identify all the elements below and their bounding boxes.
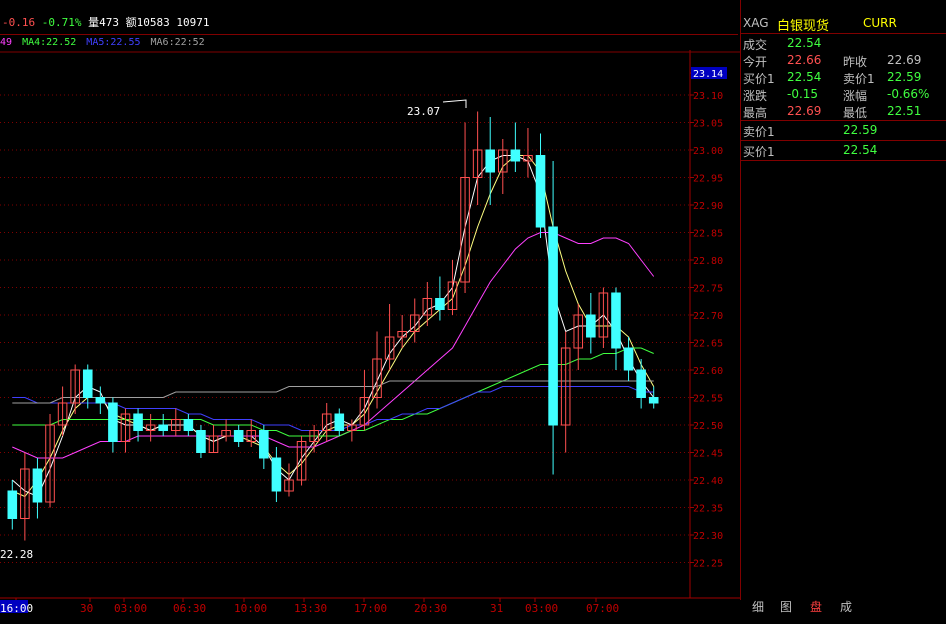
x-tick-label: 06:30 xyxy=(173,602,206,615)
y-tick-label: 22.60 xyxy=(693,366,723,377)
quote-value: -0.15 xyxy=(787,87,819,101)
quote-label-2: 卖价1 xyxy=(843,72,875,86)
y-tick-label: 23.05 xyxy=(693,119,723,130)
y-tick-label: 23.10 xyxy=(693,91,723,102)
x-tick-label: 03:00 xyxy=(114,602,147,615)
x-tick-label: 03:00 xyxy=(525,602,558,615)
last-price-label: 23.14 xyxy=(693,69,723,80)
candle-body xyxy=(183,419,194,431)
quote-label-2: 涨幅 xyxy=(843,89,868,103)
y-tick-label: 23.00 xyxy=(693,146,723,157)
candle-body xyxy=(535,155,546,228)
y-tick-label: 22.30 xyxy=(693,531,723,542)
candle-body xyxy=(95,397,106,404)
quote-row: 今开 22.66 昨收 22.69 xyxy=(741,52,946,69)
x-tick-label: 20:30 xyxy=(414,602,447,615)
x-tick-label: 30 xyxy=(80,602,93,615)
candle-body xyxy=(636,369,646,398)
quote-row: 最高 22.69 最低 22.51 xyxy=(741,103,946,120)
bid-label: 买价1 xyxy=(743,145,775,159)
candle-body xyxy=(32,468,43,503)
y-tick-label: 22.80 xyxy=(693,256,723,267)
candle-body xyxy=(133,413,143,431)
x-tick-label: 13:30 xyxy=(294,602,327,615)
tab-detail[interactable]: 细 xyxy=(752,598,764,616)
quote-value-2: 22.51 xyxy=(887,104,922,118)
symbol-row: XAG 白银现货 CURR xyxy=(741,15,946,34)
candle-body xyxy=(259,430,269,459)
quote-panel: XAG 白银现货 CURR 成交 22.54 今开 22.66 昨收 22.69 买价1 22… xyxy=(740,0,946,600)
y-tick-label: 22.25 xyxy=(693,559,723,570)
quote-label: 最高 xyxy=(743,106,768,120)
high-annotation: 23.07 xyxy=(407,105,441,118)
candle-body xyxy=(548,226,558,426)
quote-label-2: 最低 xyxy=(843,106,868,120)
y-tick-label: 22.40 xyxy=(693,476,723,487)
candle-body xyxy=(7,490,18,519)
x-tick-label: 10:00 xyxy=(234,602,267,615)
candle-body xyxy=(196,430,206,453)
candle-body xyxy=(611,292,621,349)
quote-value-2: 22.69 xyxy=(887,53,922,67)
quote-value-2: -0.66% xyxy=(887,87,930,101)
candle-body xyxy=(623,347,634,371)
quote-row: 涨跌 -0.15 涨幅 -0.66% xyxy=(741,86,946,103)
y-tick-label: 22.55 xyxy=(693,394,723,405)
y-tick-label: 22.65 xyxy=(693,339,723,350)
x-tick-label: 16:00 xyxy=(0,602,33,615)
y-tick-label: 22.50 xyxy=(693,421,723,432)
quote-label: 今开 xyxy=(743,55,768,69)
y-tick-label: 22.75 xyxy=(693,284,723,295)
y-tick-label: 22.35 xyxy=(693,504,723,515)
quote-label: 涨跌 xyxy=(743,89,768,103)
candle-body xyxy=(233,430,244,442)
candle-body xyxy=(271,457,282,492)
currency-label: CURR xyxy=(863,16,897,30)
candle-body xyxy=(586,314,596,338)
ask-label: 卖价1 xyxy=(743,125,775,139)
quote-label: 成交 xyxy=(743,38,768,52)
ask-row: 卖价1 22.59 xyxy=(741,122,946,139)
quote-row: 买价1 22.54 卖价1 22.59 xyxy=(741,69,946,86)
bid-row: 买价1 22.54 xyxy=(741,142,946,159)
candle-body xyxy=(82,369,93,398)
quote-value: 22.66 xyxy=(787,53,822,67)
kline-chart[interactable]: 23.14 23.10 23.05 23.00 22.95 22.90 22.85 22.80… xyxy=(0,0,740,624)
candle-body xyxy=(510,149,521,162)
candle-body xyxy=(108,402,118,442)
candle-body xyxy=(158,424,169,431)
candle-body xyxy=(334,413,345,431)
quote-value: 22.69 xyxy=(787,104,822,118)
symbol-code: XAG xyxy=(743,16,769,30)
tab-orderbook[interactable]: 盘 xyxy=(810,598,822,616)
y-tick-label: 22.95 xyxy=(693,174,723,185)
quote-label-2: 昨收 xyxy=(843,55,868,69)
candle-body xyxy=(435,298,445,310)
x-tick-label: 17:00 xyxy=(354,602,387,615)
quote-row: 成交 22.54 xyxy=(741,35,946,52)
quote-label: 买价1 xyxy=(743,72,775,86)
low-annotation: 22.28 xyxy=(0,548,34,561)
candle-body xyxy=(485,149,495,173)
symbol-name: 白银现货 xyxy=(777,19,830,34)
tab-chart[interactable]: 图 xyxy=(780,598,792,616)
x-tick-label: 07:00 xyxy=(586,602,619,615)
x-tick-label: 31 xyxy=(490,602,503,615)
candle-body xyxy=(648,397,659,404)
y-tick-label: 22.45 xyxy=(693,449,723,460)
ask-value: 22.59 xyxy=(843,123,878,137)
y-tick-label: 22.85 xyxy=(693,229,723,240)
y-tick-label: 22.70 xyxy=(693,311,723,322)
y-tick-label: 22.90 xyxy=(693,201,723,212)
panel-tabs: 细 图 盘 成 xyxy=(740,598,946,616)
tab-trades[interactable]: 成 xyxy=(840,598,852,616)
high-marker xyxy=(442,99,467,108)
quote-value: 22.54 xyxy=(787,36,822,50)
bid-value: 22.54 xyxy=(843,143,878,157)
quote-value: 22.54 xyxy=(787,70,822,84)
quote-value-2: 22.59 xyxy=(887,70,922,84)
